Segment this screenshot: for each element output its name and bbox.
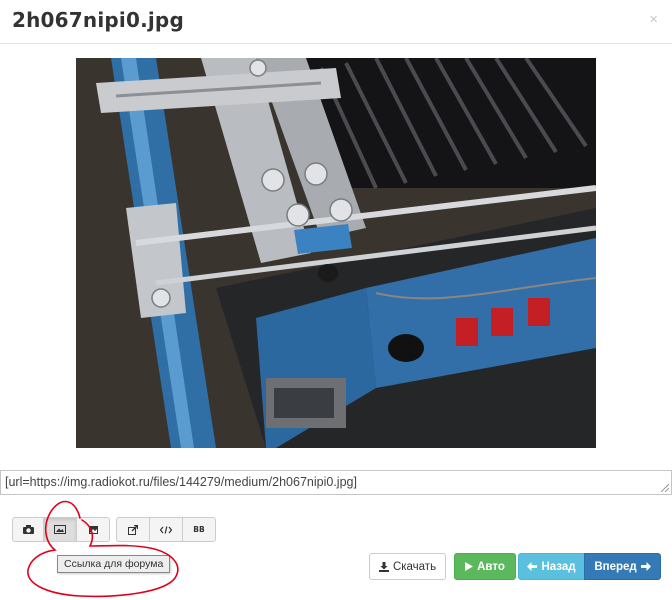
modal-title: 2h067nipi0.jpg: [12, 8, 184, 32]
code-icon: [160, 525, 172, 534]
html-code-button[interactable]: [149, 517, 183, 542]
download-button[interactable]: Скачать: [369, 553, 446, 580]
download-icon: [378, 561, 389, 572]
external-link-icon: [128, 524, 138, 535]
next-label: Вперед: [594, 560, 637, 573]
tooltip: Ссылка для форума: [57, 555, 171, 573]
image-icon: [54, 525, 66, 534]
auto-button[interactable]: Авто: [454, 553, 516, 580]
link-format-toolbar: BB: [12, 517, 216, 542]
arrow-right-icon: [640, 562, 651, 571]
modal-header: 2h067nipi0.jpg ×: [0, 0, 672, 44]
back-button[interactable]: Назад: [518, 553, 585, 580]
close-icon[interactable]: ×: [649, 12, 658, 27]
play-icon: [465, 562, 474, 571]
bbcode-button[interactable]: BB: [182, 517, 216, 542]
download-label: Скачать: [392, 560, 437, 573]
direct-link-button[interactable]: [12, 517, 44, 542]
forum-link-field[interactable]: [url=https://img.radiokot.ru/files/14427…: [0, 470, 672, 495]
back-label: Назад: [541, 560, 576, 573]
forum-link-text: [url=https://img.radiokot.ru/files/14427…: [5, 475, 357, 489]
red-circle-annotation: [27, 500, 179, 598]
next-button[interactable]: Вперед: [584, 553, 661, 580]
arrow-left-icon: [527, 562, 538, 571]
camera-icon: [22, 525, 34, 534]
thumbnail-link-button[interactable]: [76, 517, 110, 542]
external-link-button[interactable]: [116, 517, 150, 542]
auto-label: Авто: [477, 560, 505, 573]
preview-image: [76, 58, 596, 448]
bbcode-icon: BB: [193, 525, 205, 534]
resize-grip-icon[interactable]: [661, 484, 669, 492]
thumbnail-icon: [88, 525, 98, 534]
forum-link-button[interactable]: [43, 517, 77, 542]
